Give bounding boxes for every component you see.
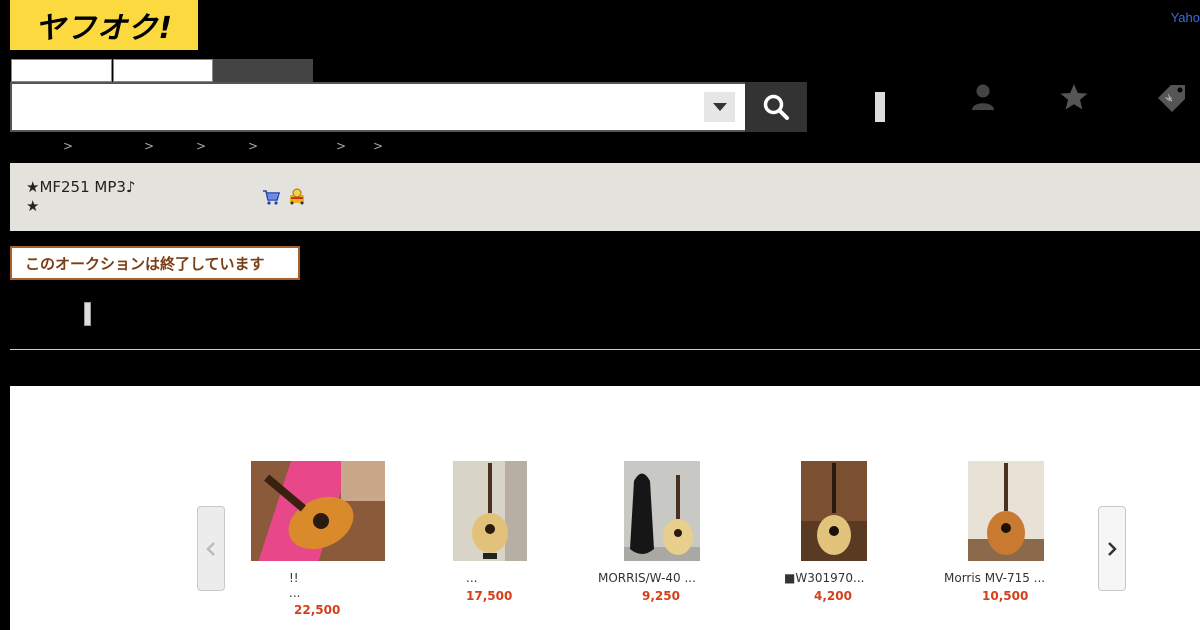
cart-icon <box>262 189 281 209</box>
product-price: 17,500 <box>466 589 513 603</box>
yahoo-link[interactable]: Yaho <box>1171 10 1200 25</box>
product-image-guitar-on-floor[interactable] <box>801 461 867 561</box>
product-name[interactable]: ■W301970... <box>784 571 864 586</box>
scroll-indicator <box>84 302 91 326</box>
chevron-left-icon <box>206 541 215 556</box>
search-tab-2[interactable] <box>113 59 213 82</box>
product-name[interactable]: MORRIS/W-40 ... <box>598 571 696 586</box>
carousel-next-button[interactable] <box>1098 506 1126 591</box>
logo-text: ヤフオク! <box>34 11 174 46</box>
breadcrumb-separator: > <box>336 139 347 153</box>
product-image-guitar-on-mat[interactable] <box>251 461 385 561</box>
notification-bar-icon[interactable] <box>875 92 885 122</box>
product-name[interactable]: ... <box>466 571 477 586</box>
chevron-right-icon <box>1108 541 1117 556</box>
product-image-guitar-on-stand[interactable] <box>453 461 527 561</box>
category-dropdown[interactable] <box>704 92 735 122</box>
breadcrumb-separator: > <box>373 139 384 153</box>
star-icon[interactable] <box>1054 80 1094 114</box>
search-tab-3[interactable] <box>213 59 313 82</box>
search-button[interactable] <box>745 82 807 132</box>
breadcrumb-separator: > <box>196 139 207 153</box>
auction-ended-banner: このオークションは終了しています <box>10 246 300 280</box>
search-tab-1[interactable] <box>11 59 112 82</box>
search-input[interactable] <box>12 84 706 132</box>
buy-now-icon <box>288 187 306 209</box>
breadcrumb-separator: > <box>63 139 74 153</box>
product-price: 22,500 <box>294 603 341 617</box>
product-image-guitar-with-case[interactable] <box>624 461 700 561</box>
carousel-prev-button[interactable] <box>197 506 225 591</box>
product-image-guitar-against-wall[interactable] <box>968 461 1044 561</box>
search-icon <box>763 94 789 120</box>
product-price: 4,200 <box>814 589 852 603</box>
yahuoku-logo[interactable]: ヤフオク! <box>10 0 198 50</box>
product-price: 9,250 <box>642 589 680 603</box>
item-title: ★MF251 MP3♪ ★ <box>26 178 136 215</box>
product-name[interactable]: Morris MV-715 ... <box>944 571 1045 586</box>
section-divider <box>10 349 1200 350</box>
chevron-down-icon <box>712 103 727 111</box>
breadcrumb-separator: > <box>144 139 155 153</box>
user-icon[interactable] <box>963 80 1003 114</box>
product-price: 10,500 <box>982 589 1029 603</box>
product-name[interactable]: !! ... <box>289 571 300 601</box>
tag-icon[interactable]: ¥ <box>1152 80 1192 114</box>
item-title-band <box>10 163 1200 231</box>
breadcrumb-separator: > <box>248 139 259 153</box>
